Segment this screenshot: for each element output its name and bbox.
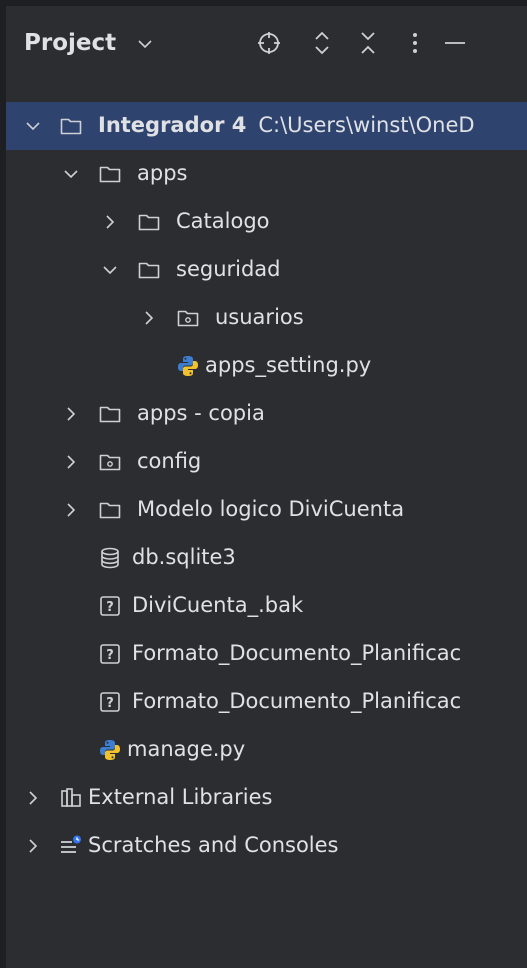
tree-row-root[interactable]: Integrador 4 C:\Users\winst\OneD <box>6 102 527 150</box>
chevron-right-icon[interactable] <box>100 212 120 232</box>
tree-root-label: Integrador 4 C:\Users\winst\OneD <box>98 113 475 137</box>
chevron-right-icon[interactable] <box>23 788 43 808</box>
tree-item-label: usuarios <box>215 305 304 329</box>
tree-root-name: Integrador 4 <box>98 113 247 137</box>
tree-row-usuarios[interactable]: usuarios <box>6 294 527 342</box>
chevron-down-icon[interactable] <box>23 116 43 136</box>
tree-item-label: apps_setting.py <box>205 353 372 377</box>
folder-icon <box>138 214 160 231</box>
tree-item-label: manage.py <box>127 737 246 761</box>
tree-row-db[interactable]: db.sqlite3 <box>6 534 527 582</box>
tree-row-apps-setting[interactable]: apps_setting.py <box>6 342 527 390</box>
chevron-right-icon[interactable] <box>61 500 81 520</box>
chevron-right-icon[interactable] <box>61 404 81 424</box>
package-folder-icon <box>177 310 199 327</box>
tree-row-scratches[interactable]: Scratches and Consoles <box>6 822 527 870</box>
tool-window-title[interactable]: Project <box>24 30 116 56</box>
svg-text:?: ? <box>106 648 114 663</box>
tree-root-path: C:\Users\winst\OneD <box>258 113 475 137</box>
chevron-right-icon[interactable] <box>139 308 159 328</box>
more-vert-icon[interactable] <box>400 28 430 58</box>
folder-icon <box>60 118 82 135</box>
tree-row-modelo[interactable]: Modelo logico DiviCuenta <box>6 486 527 534</box>
tree-item-label: Scratches and Consoles <box>88 833 339 857</box>
folder-icon <box>99 166 121 183</box>
tree-item-label: Modelo logico DiviCuenta <box>137 497 405 521</box>
tree-item-label: seguridad <box>176 257 281 281</box>
tree-row-external-libraries[interactable]: External Libraries <box>6 774 527 822</box>
library-icon <box>61 788 81 807</box>
unknown-file-icon: ? <box>100 644 120 664</box>
tree-row-seguridad[interactable]: seguridad <box>6 246 527 294</box>
svg-text:?: ? <box>106 696 114 711</box>
database-icon <box>101 547 119 569</box>
tree-row-apps[interactable]: apps <box>6 150 527 198</box>
chevron-down-icon[interactable] <box>137 37 153 51</box>
locate-icon[interactable] <box>254 28 284 58</box>
tree-row-bak[interactable]: ? DiviCuenta_.bak <box>6 582 527 630</box>
tree-item-label: config <box>137 449 202 473</box>
tree-row-config[interactable]: config <box>6 438 527 486</box>
tree-row-catalogo[interactable]: Catalogo <box>6 198 527 246</box>
tree-item-label: DiviCuenta_.bak <box>132 593 304 617</box>
tree-row-manage[interactable]: manage.py <box>6 726 527 774</box>
minimize-icon[interactable] <box>440 28 470 58</box>
tree-item-label: External Libraries <box>88 785 273 809</box>
chevron-right-icon[interactable] <box>61 452 81 472</box>
tree-row-formato-2[interactable]: ? Formato_Documento_Planificac <box>6 678 527 726</box>
tree-item-label: apps <box>137 161 188 185</box>
unknown-file-icon: ? <box>100 692 120 712</box>
tree-item-label: Formato_Documento_Planificac <box>132 689 462 713</box>
folder-icon <box>99 406 121 423</box>
project-tool-window: Project Integrador 4 C:\Users\winst\OneD… <box>6 6 527 968</box>
chevron-down-icon[interactable] <box>61 164 81 184</box>
chevron-down-icon[interactable] <box>100 260 120 280</box>
collapse-all-icon[interactable] <box>353 28 383 58</box>
folder-icon <box>99 502 121 519</box>
svg-text:?: ? <box>106 600 114 615</box>
tool-window-header: Project <box>6 6 527 78</box>
python-file-icon <box>100 740 120 760</box>
tree-row-apps-copia[interactable]: apps - copia <box>6 390 527 438</box>
folder-icon <box>138 262 160 279</box>
tree-row-formato-1[interactable]: ? Formato_Documento_Planificac <box>6 630 527 678</box>
unknown-file-icon: ? <box>100 596 120 616</box>
package-folder-icon <box>99 454 121 471</box>
tree-item-label: Catalogo <box>176 209 270 233</box>
tree-item-label: db.sqlite3 <box>132 545 236 569</box>
scratches-icon <box>61 835 81 853</box>
python-file-icon <box>178 356 198 376</box>
chevron-right-icon[interactable] <box>23 836 43 856</box>
expand-all-icon[interactable] <box>307 28 337 58</box>
tree-item-label: Formato_Documento_Planificac <box>132 641 462 665</box>
tree-item-label: apps - copia <box>137 401 265 425</box>
